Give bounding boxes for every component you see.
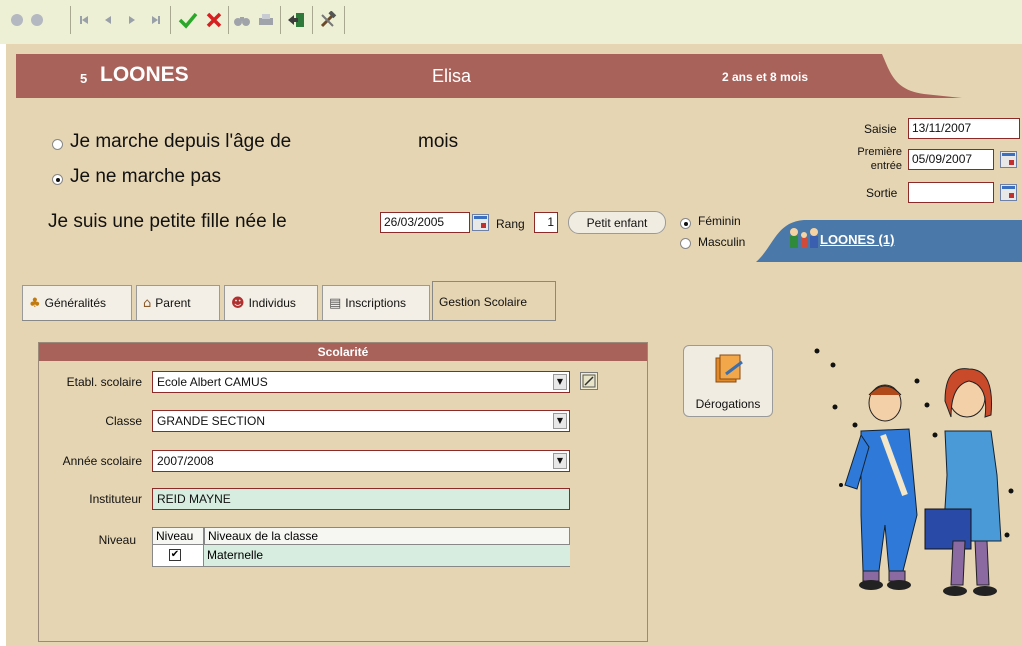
tab-inscriptions[interactable]: ▤ Inscriptions (322, 285, 430, 320)
child-lastname: LOONES (100, 63, 189, 86)
exit-icon[interactable] (284, 8, 308, 32)
etabl-select[interactable]: Ecole Albert CAMUS ▼ (152, 371, 570, 393)
instituteur-label: Instituteur (89, 492, 142, 506)
tab-baseline (22, 320, 556, 321)
previous-record-icon[interactable] (98, 8, 118, 32)
tab-label: Parent (155, 296, 191, 310)
child-firstname: Elisa (432, 66, 472, 86)
annee-value: 2007/2008 (157, 454, 214, 468)
chevron-down-icon[interactable]: ▼ (553, 413, 567, 429)
classe-select[interactable]: GRANDE SECTION ▼ (152, 410, 570, 432)
print-icon[interactable] (256, 8, 276, 32)
rang-field[interactable]: 1 (534, 212, 558, 233)
not-walking-label: Je ne marche pas (70, 166, 222, 187)
child-age: 2 ans et 8 mois (722, 70, 809, 84)
toolbar-separator (170, 6, 171, 34)
tab-label: Individus (248, 296, 296, 310)
validate-check-icon[interactable] (176, 8, 200, 32)
annee-select[interactable]: 2007/2008 ▼ (152, 450, 570, 472)
toolbar-separator (280, 6, 281, 34)
people-icon: ☻ (231, 295, 245, 311)
walking-since-radio[interactable] (52, 139, 63, 150)
calendar-icon[interactable] (472, 214, 489, 231)
house-icon: ⌂ (143, 295, 152, 311)
first-record-icon[interactable] (74, 8, 94, 32)
tab-gestion-scolaire[interactable]: Gestion Scolaire (432, 281, 556, 321)
table-row[interactable]: ✔ (152, 545, 204, 567)
child-number: 5 (80, 71, 88, 86)
person-icon: ♣ (29, 295, 41, 311)
not-walking-radio[interactable] (52, 174, 63, 185)
rang-label: Rang (496, 217, 525, 231)
feminin-label: Féminin (698, 214, 741, 228)
saisie-label: Saisie (864, 122, 897, 136)
entree-label: entrée (870, 160, 902, 172)
tab-parent[interactable]: ⌂ Parent (136, 285, 220, 320)
walking-months-unit: mois (418, 131, 459, 152)
circle-icon[interactable] (28, 8, 46, 32)
classe-label: Classe (105, 414, 142, 428)
niveau-name: Maternelle (207, 548, 264, 562)
sortie-date-field[interactable] (908, 182, 994, 203)
tab-label: Gestion Scolaire (439, 294, 528, 309)
birth-label: Je suis une petite fille née le (48, 211, 287, 232)
niveau-grid: Niveau Niveaux de la classe ✔ Maternelle (152, 527, 570, 571)
walking-since-label: Je marche depuis l'âge de (70, 131, 292, 152)
derogations-label: Dérogations (695, 397, 761, 411)
scolarite-title: Scolarité (39, 343, 647, 361)
feminin-radio[interactable] (680, 218, 691, 229)
derogations-button[interactable]: Dérogations (683, 345, 773, 417)
chevron-down-icon[interactable]: ▼ (553, 453, 567, 469)
masculin-radio[interactable] (680, 238, 691, 249)
niveau-checkbox[interactable]: ✔ (169, 549, 181, 561)
school-children-illustration (805, 335, 1020, 610)
annee-label: Année scolaire (62, 454, 142, 468)
grid-header-niveau: Niveau (152, 527, 204, 545)
petit-enfant-button[interactable]: Petit enfant (568, 211, 666, 234)
toolbar-separator (228, 6, 229, 34)
tools-icon[interactable] (316, 8, 340, 32)
niveau-label: Niveau (98, 533, 136, 547)
toolbar-separator (70, 6, 71, 34)
premiere-label: Première (857, 146, 902, 158)
family-link[interactable]: LOONES (1) (820, 232, 894, 247)
toolbar-separator (312, 6, 313, 34)
calendar-icon[interactable] (1000, 151, 1017, 168)
sortie-label: Sortie (866, 186, 898, 200)
table-row[interactable]: Maternelle (204, 545, 570, 567)
premiere-entree-field[interactable]: 05/09/2007 (908, 149, 994, 170)
chevron-down-icon[interactable]: ▼ (553, 374, 567, 390)
masculin-label: Masculin (698, 235, 746, 249)
circle-icon[interactable] (8, 8, 26, 32)
tab-label: Généralités (44, 296, 107, 310)
calendar-icon[interactable] (1000, 184, 1017, 201)
child-header: 5 LOONES Elisa 2 ans et 8 mois (16, 54, 1022, 98)
tab-individus[interactable]: ☻ Individus (224, 285, 318, 320)
saisie-date-field[interactable]: 13/11/2007 (908, 118, 1020, 139)
instituteur-field[interactable]: REID MAYNE (152, 488, 570, 510)
toolbar-separator (344, 6, 345, 34)
clipboard-icon: ▤ (329, 295, 342, 311)
family-people-icon (786, 226, 822, 252)
tab-label: Inscriptions (345, 296, 406, 310)
cancel-cross-icon[interactable] (202, 8, 226, 32)
toolbar (0, 0, 1022, 44)
search-binoculars-icon[interactable] (232, 8, 252, 32)
grid-header-niveaux: Niveaux de la classe (204, 527, 570, 545)
edit-establishment-icon[interactable] (580, 372, 598, 390)
next-record-icon[interactable] (122, 8, 142, 32)
header-band-curve (842, 54, 962, 98)
derogations-book-icon (712, 352, 744, 386)
last-record-icon[interactable] (146, 8, 166, 32)
etabl-label: Etabl. scolaire (66, 375, 142, 389)
birth-date-field[interactable]: 26/03/2005 (380, 212, 470, 233)
tab-generalites[interactable]: ♣ Généralités (22, 285, 132, 320)
etabl-value: Ecole Albert CAMUS (157, 375, 268, 389)
classe-value: GRANDE SECTION (157, 414, 266, 428)
